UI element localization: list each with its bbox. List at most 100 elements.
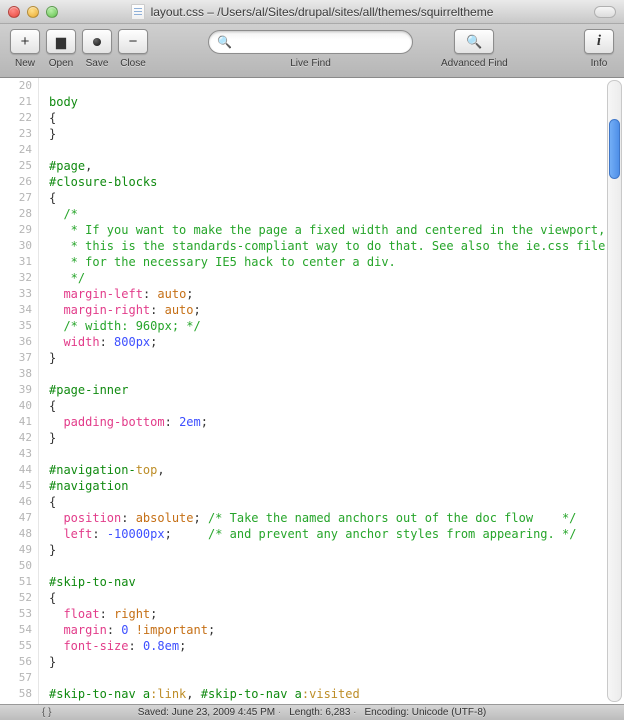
line-number: 30 (0, 238, 38, 254)
window-title: layout.css – /Users/al/Sites/drupal/site… (151, 5, 494, 19)
code-line[interactable]: #page, (49, 158, 624, 174)
code-line[interactable]: left: -10000px; /* and prevent any ancho… (49, 526, 624, 542)
code-line[interactable] (49, 446, 624, 462)
line-number: 48 (0, 526, 38, 542)
status-bar: { } Saved: June 23, 2009 4:45 PM Length:… (0, 704, 624, 720)
code-line[interactable]: } (49, 350, 624, 366)
line-number: 53 (0, 606, 38, 622)
function-popup-icon[interactable]: { } (42, 707, 51, 718)
line-number: 34 (0, 302, 38, 318)
code-line[interactable]: margin-left: auto; (49, 286, 624, 302)
zoom-window-button[interactable] (46, 6, 58, 18)
plus-icon: + (21, 34, 30, 49)
save-button[interactable] (82, 29, 112, 54)
code-line[interactable] (49, 558, 624, 574)
open-label: Open (49, 58, 73, 69)
line-number: 46 (0, 494, 38, 510)
line-number: 57 (0, 670, 38, 686)
code-line[interactable]: { (49, 110, 624, 126)
line-number: 32 (0, 270, 38, 286)
toolbar-toggle-pill[interactable] (594, 6, 616, 18)
code-line[interactable]: body (49, 94, 624, 110)
code-line[interactable]: float: right; (49, 606, 624, 622)
line-number: 52 (0, 590, 38, 606)
advanced-find-button[interactable]: 🔍 (454, 29, 494, 54)
code-line[interactable]: padding-bottom: 2em; (49, 414, 624, 430)
live-find-field[interactable]: 🔍 (208, 30, 413, 54)
code-line[interactable]: } (49, 542, 624, 558)
open-button[interactable]: ▆ (46, 29, 76, 54)
code-line[interactable] (49, 78, 624, 94)
line-number: 25 (0, 158, 38, 174)
line-number: 29 (0, 222, 38, 238)
line-number: 38 (0, 366, 38, 382)
code-line[interactable]: * If you want to make the page a fixed w… (49, 222, 624, 238)
code-line[interactable]: * for the necessary IE5 hack to center a… (49, 254, 624, 270)
toolbar: + New ▆ Open Save − Close 🔍 Live Find 🔍 … (0, 24, 624, 78)
info-button[interactable]: i (584, 29, 614, 54)
line-number: 23 (0, 126, 38, 142)
line-number: 58 (0, 686, 38, 702)
folder-icon: ▆ (56, 35, 66, 48)
minimize-window-button[interactable] (27, 6, 39, 18)
code-line[interactable]: */ (49, 270, 624, 286)
code-line[interactable]: #closure-blocks (49, 174, 624, 190)
info-label: Info (591, 58, 608, 69)
code-line[interactable] (49, 670, 624, 686)
code-line[interactable]: { (49, 590, 624, 606)
line-number: 43 (0, 446, 38, 462)
line-number: 45 (0, 478, 38, 494)
code-line[interactable]: position: absolute; /* Take the named an… (49, 510, 624, 526)
code-line[interactable]: #page-inner (49, 382, 624, 398)
dot-icon (93, 38, 101, 46)
code-line[interactable] (49, 366, 624, 382)
code-line[interactable]: margin: 0 !important; (49, 622, 624, 638)
editor-area: 2021222324252627282930313233343536373839… (0, 78, 624, 704)
line-number: 33 (0, 286, 38, 302)
line-number: 47 (0, 510, 38, 526)
window-titlebar: layout.css – /Users/al/Sites/drupal/site… (0, 0, 624, 24)
code-line[interactable]: } (49, 126, 624, 142)
code-line[interactable]: * this is the standards-compliant way to… (49, 238, 624, 254)
line-number: 31 (0, 254, 38, 270)
new-button[interactable]: + (10, 29, 40, 54)
code-line[interactable]: /* (49, 206, 624, 222)
code-view[interactable]: body{}#page, #closure-blocks{ /* * If yo… (39, 78, 624, 704)
line-number: 26 (0, 174, 38, 190)
code-line[interactable]: font-size: 0.8em; (49, 638, 624, 654)
status-length: Length: 6,283 (289, 707, 356, 718)
line-number: 24 (0, 142, 38, 158)
line-number: 35 (0, 318, 38, 334)
close-button[interactable]: − (118, 29, 148, 54)
new-label: New (15, 58, 35, 69)
close-window-button[interactable] (8, 6, 20, 18)
code-line[interactable]: } (49, 654, 624, 670)
code-line[interactable]: { (49, 398, 624, 414)
vertical-scrollbar[interactable] (607, 80, 622, 702)
code-line[interactable]: #navigation (49, 478, 624, 494)
live-find-input[interactable] (238, 36, 404, 48)
code-line[interactable]: #skip-to-nav (49, 574, 624, 590)
scrollbar-thumb[interactable] (609, 119, 620, 179)
advanced-find-label: Advanced Find (441, 58, 508, 69)
traffic-lights (8, 6, 58, 18)
code-line[interactable] (49, 142, 624, 158)
code-line[interactable]: { (49, 494, 624, 510)
line-number: 27 (0, 190, 38, 206)
code-line[interactable]: margin-right: auto; (49, 302, 624, 318)
line-number: 55 (0, 638, 38, 654)
code-line[interactable]: #navigation-top, (49, 462, 624, 478)
code-line[interactable]: { (49, 190, 624, 206)
line-number: 56 (0, 654, 38, 670)
code-line[interactable]: } (49, 430, 624, 446)
code-line[interactable]: /* width: 960px; */ (49, 318, 624, 334)
line-number: 39 (0, 382, 38, 398)
line-number: 49 (0, 542, 38, 558)
line-number: 40 (0, 398, 38, 414)
code-line[interactable]: width: 800px; (49, 334, 624, 350)
magnifier-icon: 🔍 (466, 35, 482, 48)
code-line[interactable]: #skip-to-nav a:link, #skip-to-nav a:visi… (49, 686, 624, 702)
line-number: 41 (0, 414, 38, 430)
status-saved: Saved: June 23, 2009 4:45 PM (138, 707, 281, 718)
line-number: 54 (0, 622, 38, 638)
